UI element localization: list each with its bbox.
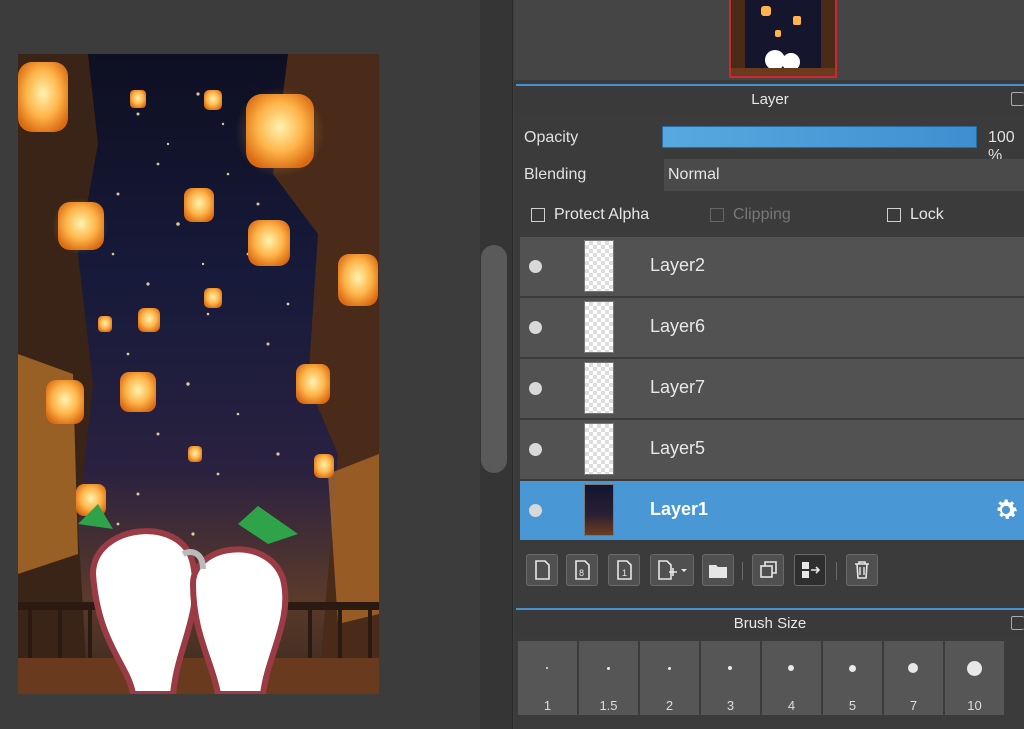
brush-dot — [788, 665, 794, 671]
svg-text:8: 8 — [579, 568, 584, 578]
brush-size-cell[interactable]: 10 — [945, 641, 1004, 715]
layer-thumbnail — [584, 423, 614, 475]
add-layer-menu-icon — [658, 560, 687, 580]
brush-size-cell[interactable]: 4 — [762, 641, 821, 715]
new-layer-button[interactable] — [526, 554, 558, 586]
layer-row[interactable]: Layer6 — [520, 298, 1024, 359]
brush-size-header: Brush Size — [516, 608, 1024, 638]
new-8bit-layer-icon: 8 — [575, 560, 590, 580]
lock-label: Lock — [910, 206, 944, 223]
new-1bit-layer-button[interactable]: 1 — [608, 554, 640, 586]
brush-size-cell[interactable]: 7 — [884, 641, 943, 715]
layer-row-selected[interactable]: Layer1 — [520, 481, 1024, 542]
layer-visibility-toggle[interactable] — [529, 443, 542, 456]
brush-dot — [607, 667, 610, 670]
duplicate-layer-icon — [760, 561, 777, 578]
panel-undock-icon[interactable] — [1011, 616, 1024, 630]
brush-size-cell[interactable]: 5 — [823, 641, 882, 715]
opacity-label: Opacity — [524, 129, 579, 146]
merge-layer-icon — [802, 562, 821, 578]
delete-layer-button[interactable] — [846, 554, 878, 586]
blending-select[interactable]: Normal — [664, 159, 1024, 191]
toolbar-separator — [836, 562, 837, 580]
svg-text:1: 1 — [622, 568, 627, 578]
brush-dot — [728, 666, 732, 670]
layer-row[interactable]: Layer5 — [520, 420, 1024, 481]
brush-size-cell[interactable]: 2 — [640, 641, 699, 715]
folder-icon — [709, 565, 727, 578]
clipping-checkbox[interactable] — [710, 208, 724, 222]
layer-visibility-toggle[interactable] — [529, 321, 542, 334]
navigator-thumbnail[interactable] — [729, 0, 837, 78]
navigator-preview-image — [731, 0, 835, 76]
layer-name: Layer7 — [650, 377, 706, 397]
new-layer-icon — [535, 560, 550, 580]
new-1bit-layer-icon: 1 — [617, 560, 632, 580]
brush-size-label: 7 — [909, 698, 918, 713]
brush-size-label: 1.5 — [599, 698, 618, 713]
brush-dot — [849, 665, 856, 672]
brush-dot — [668, 667, 671, 670]
artwork-canvas[interactable] — [18, 54, 379, 694]
layer-row[interactable]: Layer7 — [520, 359, 1024, 420]
panel-undock-icon[interactable] — [1011, 92, 1024, 106]
new-8bit-layer-button[interactable]: 8 — [566, 554, 598, 586]
gear-icon[interactable] — [992, 496, 1020, 524]
new-folder-button[interactable] — [702, 554, 734, 586]
layer-name: Layer1 — [650, 499, 709, 519]
layer-list: Layer2 Layer6 Layer7 Layer5 Layer1 — [520, 237, 1024, 542]
brush-size-cell[interactable]: 3 — [701, 641, 760, 715]
layer-name: Layer2 — [650, 255, 706, 275]
blending-label: Blending — [524, 166, 587, 183]
brush-dot — [967, 661, 982, 676]
protect-alpha-checkbox[interactable] — [531, 208, 545, 222]
opacity-slider[interactable] — [662, 126, 977, 148]
layer-row[interactable]: Layer2 — [520, 237, 1024, 298]
toolbar-separator — [742, 562, 743, 580]
right-panel: Layer Opacity 100 % Blending Normal Prot… — [514, 0, 1024, 729]
layer-panel-title: Layer — [751, 91, 789, 108]
brush-size-label: 10 — [967, 698, 982, 713]
canvas-scrollbar-thumb[interactable] — [481, 245, 507, 473]
layer-panel-header: Layer — [516, 84, 1024, 114]
brush-size-label: 5 — [848, 698, 857, 713]
lock-checkbox[interactable] — [887, 208, 901, 222]
brush-size-cell[interactable]: 1.5 — [579, 641, 638, 715]
brush-dot — [908, 663, 918, 673]
brush-size-cell[interactable]: 1 — [518, 641, 577, 715]
brush-size-label: 1 — [543, 698, 552, 713]
brush-size-title: Brush Size — [733, 615, 807, 632]
merge-layer-button[interactable] — [794, 554, 826, 586]
layer-thumbnail — [584, 240, 614, 292]
clipping-label: Clipping — [733, 206, 791, 223]
layer-visibility-toggle[interactable] — [529, 260, 542, 273]
layer-name: Layer5 — [650, 438, 706, 458]
brush-size-label: 4 — [787, 698, 796, 713]
layer-thumbnail — [584, 301, 614, 353]
layer-name: Layer6 — [650, 316, 706, 336]
protect-alpha-label: Protect Alpha — [554, 206, 650, 223]
layer-thumbnail — [584, 484, 614, 536]
brush-dot — [546, 667, 548, 669]
layer-visibility-toggle[interactable] — [529, 382, 542, 395]
layer-thumbnail — [584, 362, 614, 414]
layer-visibility-toggle[interactable] — [529, 504, 542, 517]
navigator-panel — [514, 0, 1024, 80]
lantern-illustration — [18, 54, 379, 694]
add-layer-menu-button[interactable] — [650, 554, 694, 586]
canvas-area[interactable] — [0, 0, 480, 729]
layer-toolbar: 8 1 — [520, 550, 1024, 594]
brush-size-grid: 1 1.5 2 3 4 5 7 10 — [516, 641, 1024, 729]
trash-icon — [855, 561, 869, 579]
duplicate-layer-button[interactable] — [752, 554, 784, 586]
brush-size-label: 2 — [665, 698, 674, 713]
brush-size-label: 3 — [726, 698, 735, 713]
